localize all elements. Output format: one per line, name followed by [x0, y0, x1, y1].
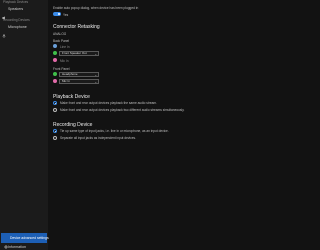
auto-popup-state: Yes	[63, 12, 69, 17]
recording-tie-up-radio[interactable]	[53, 129, 57, 133]
sidebar-section-playback: Playback Devices	[3, 0, 29, 4]
recording-device-title: Recording Device	[53, 122, 93, 128]
front-mic-in-dropdown[interactable]: Mic In ⌄	[59, 78, 99, 84]
headphone-dropdown[interactable]: Headphone ⌄	[59, 71, 99, 77]
back-item-mic-in[interactable]: Mic In	[60, 59, 69, 63]
sidebar-item-speakers[interactable]: Speakers	[2, 5, 46, 20]
main-panel: Enable auto popup dialog, when device ha…	[48, 0, 255, 250]
back-panel-label: Back Panel	[53, 39, 70, 43]
playback-option-2-label: Make front and rear output devices playb…	[60, 108, 185, 113]
playback-device-title: Playback Device	[53, 94, 90, 100]
chevron-down-icon: ⌄	[94, 73, 97, 77]
gear-icon	[4, 236, 8, 249]
playback-same-stream-radio[interactable]	[53, 101, 57, 105]
info-icon	[2, 245, 6, 249]
headphone-jack-icon	[53, 72, 57, 76]
playback-two-streams-radio[interactable]	[53, 108, 57, 112]
recording-option-2-label: Separate all input jacks as independent …	[60, 136, 137, 141]
sidebar-item-microphone[interactable]: Microphone	[2, 23, 46, 38]
sidebar-item-label: Microphone	[8, 24, 27, 29]
line-in-jack-icon	[53, 44, 57, 48]
back-item-line-in[interactable]: Line In	[60, 45, 70, 49]
auto-popup-toggle[interactable]	[53, 12, 61, 16]
dropdown-value: Front Speaker Out	[62, 51, 87, 55]
device-advanced-settings-button[interactable]: Device advanced settings	[1, 233, 49, 249]
app-window: Playback Devices Speakers Recording Devi…	[0, 0, 255, 250]
sidebar-item-label: Information	[8, 244, 26, 249]
sidebar-section-recording: Recording Devices	[3, 18, 30, 22]
advanced-button-label: Device advanced settings	[10, 236, 49, 240]
microphone-icon	[2, 25, 6, 38]
chevron-down-icon: ⌄	[94, 52, 97, 56]
auto-popup-description: Enable auto popup dialog, when device ha…	[53, 6, 139, 10]
sidebar-item-information[interactable]: Information	[2, 243, 46, 250]
speaker-icon	[2, 7, 6, 20]
sidebar-item-label: Speakers	[8, 6, 24, 11]
connector-retasking-title: Connector Retasking	[53, 24, 100, 30]
dropdown-value: Headphone	[62, 72, 78, 76]
sidebar: Playback Devices Speakers Recording Devi…	[0, 0, 49, 250]
front-speaker-jack-icon	[53, 51, 57, 55]
playback-option-1-label: Make front and rear output devices playb…	[60, 101, 157, 106]
dropdown-value: Mic In	[62, 79, 71, 83]
mic-in-jack-icon	[53, 58, 57, 62]
front-speaker-out-dropdown[interactable]: Front Speaker Out ⌄	[59, 50, 99, 56]
recording-option-1-label: Tie up same type of input jacks, i.e. li…	[60, 129, 169, 134]
recording-separate-radio[interactable]	[53, 136, 57, 140]
front-mic-jack-icon	[53, 79, 57, 83]
chevron-down-icon: ⌄	[94, 80, 97, 84]
analog-label: ANALOG	[53, 32, 67, 36]
front-panel-label: Front Panel	[53, 67, 70, 71]
